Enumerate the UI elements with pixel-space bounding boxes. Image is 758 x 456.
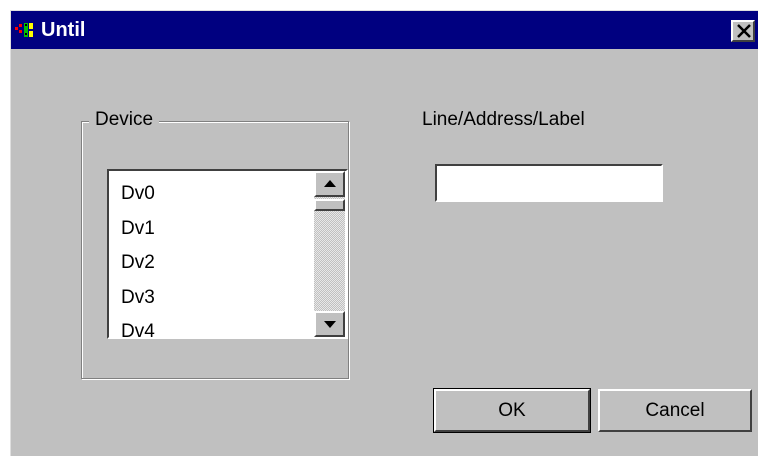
address-input[interactable] xyxy=(435,164,663,202)
address-field-label: Line/Address/Label xyxy=(422,109,585,130)
device-group-label: Device xyxy=(89,108,160,132)
close-button[interactable] xyxy=(731,20,755,42)
list-item-dv2[interactable]: Dv2 xyxy=(121,246,311,281)
device-list-scrollbar[interactable] xyxy=(314,171,345,337)
cancel-button[interactable]: Cancel xyxy=(598,389,752,432)
ok-button[interactable]: OK xyxy=(433,388,591,433)
scroll-down-button[interactable] xyxy=(314,311,345,337)
scroll-up-arrow-icon xyxy=(324,180,336,187)
list-item-dv3[interactable]: Dv3 xyxy=(121,281,311,316)
scroll-thumb[interactable] xyxy=(314,199,345,211)
list-item-dv4[interactable]: Dv4 xyxy=(121,315,311,337)
app-icon xyxy=(15,22,37,38)
scroll-up-button[interactable] xyxy=(314,171,345,197)
scroll-down-arrow-icon xyxy=(324,321,336,328)
list-item-dv0[interactable]: Dv0 xyxy=(121,177,311,212)
title-bar[interactable]: Until xyxy=(11,11,758,49)
device-listbox[interactable]: Dv0 Dv1 Dv2 Dv3 Dv4 xyxy=(107,169,348,339)
dialog-window: Until Device Dv0 Dv1 Dv2 Dv3 Dv4 Line/Ad… xyxy=(10,10,758,456)
list-item-dv1[interactable]: Dv1 xyxy=(121,212,311,247)
close-icon xyxy=(737,24,751,38)
window-title: Until xyxy=(41,19,86,41)
device-list-items: Dv0 Dv1 Dv2 Dv3 Dv4 xyxy=(121,177,311,337)
